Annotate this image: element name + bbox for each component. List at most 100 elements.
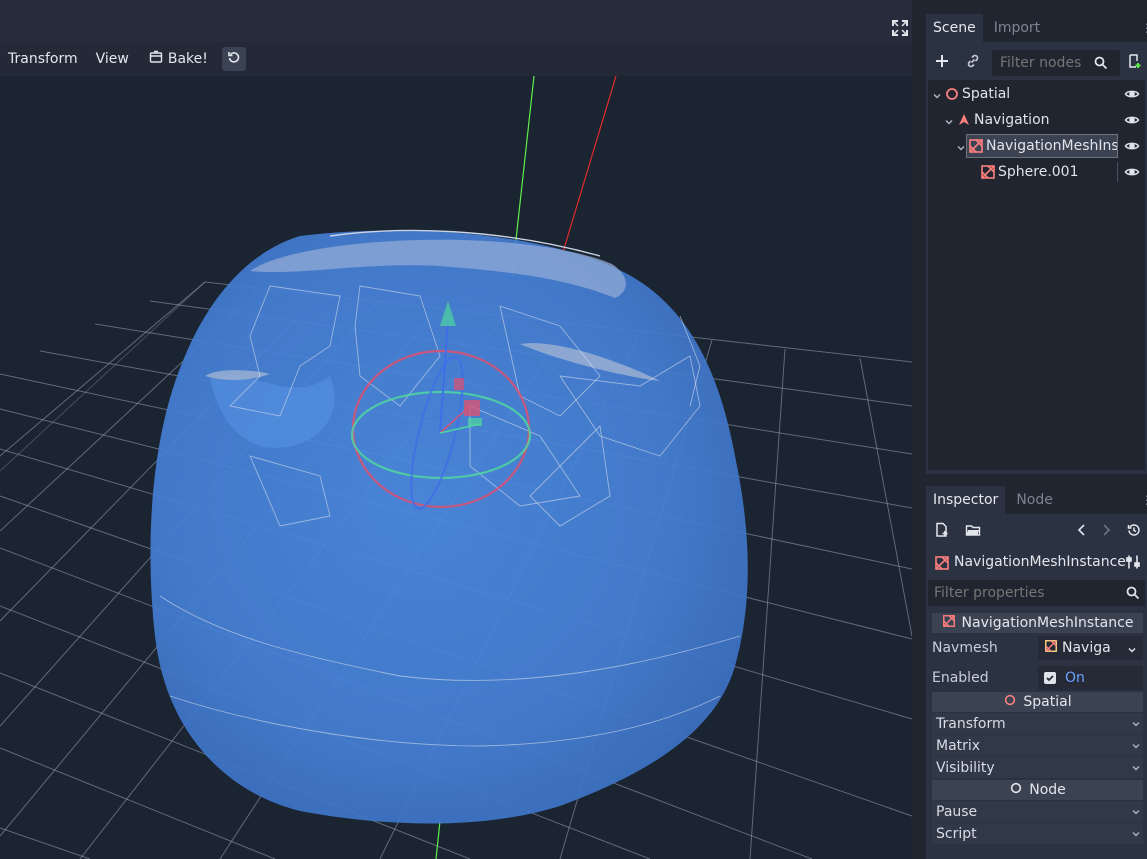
group-label: Script — [936, 825, 977, 842]
dock-menu-icon[interactable]: ⋮ — [1141, 492, 1147, 508]
inspector-dock-tabs: Inspector Node ⋮ — [926, 486, 1147, 514]
history-forward-button[interactable] — [1095, 521, 1117, 543]
filter-search-icon — [1090, 52, 1112, 74]
filter-properties-input[interactable] — [928, 580, 1145, 606]
new-resource-button[interactable] — [931, 521, 953, 543]
class-header-navmesh-instance: NavigationMeshInstance — [932, 613, 1143, 633]
inspected-object-bar: NavigationMeshInstance — [926, 550, 1147, 576]
visibility-eye-icon[interactable] — [1124, 164, 1140, 180]
group-visibility[interactable]: Visibility — [932, 757, 1143, 778]
group-matrix[interactable]: Matrix — [932, 735, 1143, 756]
scene-dock-tabs: Scene Import ⋮ — [926, 14, 1147, 42]
tree-item-spatial[interactable]: Spatial — [928, 82, 1145, 106]
navmesh-resource-picker[interactable]: Naviga — [1038, 636, 1143, 660]
mesh-instance-icon — [980, 164, 996, 180]
instance-scene-button[interactable] — [962, 52, 984, 74]
tree-item-label: Sphere.001 — [998, 164, 1079, 180]
folder-icon — [965, 522, 981, 542]
tab-import-label: Import — [993, 20, 1041, 36]
plus-icon — [934, 53, 950, 73]
navmesh-resource-icon — [1044, 639, 1058, 657]
bake-button[interactable]: Bake! — [141, 46, 216, 72]
bake-icon — [149, 50, 163, 68]
fullscreen-icon[interactable] — [890, 18, 910, 38]
checkbox-checked-icon — [1044, 672, 1056, 684]
group-pause[interactable]: Pause — [932, 801, 1143, 822]
spatial-icon — [1003, 693, 1017, 711]
attach-script-button[interactable] — [1123, 52, 1145, 74]
property-navmesh: Navmesh Naviga — [932, 635, 1143, 661]
chevron-down-icon — [1131, 827, 1141, 837]
add-node-button[interactable] — [931, 52, 953, 74]
tab-scene[interactable]: Scene — [926, 14, 983, 42]
script-add-icon — [1126, 53, 1142, 73]
tab-import[interactable]: Import — [987, 14, 1047, 42]
tree-item-sphere[interactable]: Sphere.001 — [928, 160, 1145, 184]
view-menu-label: View — [95, 51, 129, 67]
tab-inspector-label: Inspector — [933, 492, 999, 508]
history-back-button[interactable] — [1071, 521, 1093, 543]
dock-menu-icon[interactable]: ⋮ — [1141, 20, 1147, 36]
chevron-down-icon[interactable] — [944, 115, 954, 125]
navmesh-instance-icon — [934, 555, 950, 575]
3d-viewport[interactable] — [0, 76, 912, 859]
enabled-value: On — [1065, 670, 1085, 686]
chevron-down-icon[interactable] — [932, 89, 942, 99]
revert-icon — [227, 50, 241, 68]
load-resource-button[interactable] — [962, 521, 984, 543]
bake-label: Bake! — [167, 51, 208, 67]
viewport-area: Transform View Bake! — [0, 0, 914, 859]
tree-divider — [1117, 162, 1118, 182]
class-header-spatial: Spatial — [932, 692, 1143, 712]
tree-item-label: Spatial — [962, 86, 1011, 102]
scene-dock: Spatial Navigation — [926, 42, 1147, 474]
class-header-label: Spatial — [1023, 694, 1072, 710]
group-script[interactable]: Script — [932, 823, 1143, 844]
class-header-label: NavigationMeshInstance — [961, 615, 1134, 631]
link-icon — [965, 53, 981, 73]
chevron-down-icon — [1131, 717, 1141, 727]
new-resource-icon — [934, 522, 950, 542]
history-button[interactable] — [1123, 521, 1145, 543]
navigation-icon — [956, 112, 972, 128]
enabled-checkbox[interactable]: On — [1038, 666, 1143, 690]
class-header-node: Node — [932, 780, 1143, 800]
viewport-toolbar: Transform View Bake! — [0, 42, 914, 76]
navmesh-instance-icon — [968, 138, 984, 154]
dock-splitter[interactable] — [912, 0, 926, 859]
navmesh-instance-icon — [942, 614, 956, 632]
group-transform[interactable]: Transform — [932, 713, 1143, 734]
tree-item-navigation[interactable]: Navigation — [928, 108, 1145, 132]
history-icon — [1127, 523, 1141, 541]
chevron-down-icon[interactable] — [1127, 643, 1137, 659]
object-tools-icon[interactable] — [1125, 554, 1141, 574]
viewport-scene — [0, 76, 912, 859]
tree-item-navigationmeshinstance[interactable]: NavigationMeshInst — [928, 134, 1145, 158]
transform-menu[interactable]: Transform — [0, 46, 86, 72]
tab-node-label: Node — [1016, 492, 1053, 508]
inspector-dock: NavigationMeshInstance NavigationMeshIns… — [926, 514, 1147, 859]
chevron-down-icon — [1131, 739, 1141, 749]
inspector-toolbar — [926, 520, 1147, 544]
chevron-down-icon[interactable] — [956, 141, 966, 151]
group-label: Pause — [936, 803, 978, 820]
visibility-eye-icon[interactable] — [1124, 112, 1140, 128]
group-label: Matrix — [936, 737, 981, 754]
spatial-icon — [944, 86, 960, 102]
navmesh-resource-value: Naviga — [1062, 640, 1111, 656]
visibility-eye-icon[interactable] — [1124, 86, 1140, 102]
chevron-down-icon — [1131, 805, 1141, 815]
transform-menu-label: Transform — [8, 51, 78, 67]
group-label: Visibility — [936, 759, 995, 776]
property-enabled-label: Enabled — [932, 670, 989, 686]
chevron-down-icon — [1131, 761, 1141, 771]
viewport-top-strip — [0, 0, 914, 42]
view-menu[interactable]: View — [88, 46, 137, 72]
property-navmesh-label: Navmesh — [932, 640, 998, 656]
object-name: NavigationMeshInstance — [954, 554, 1126, 570]
tab-node[interactable]: Node — [1009, 486, 1060, 514]
visibility-eye-icon[interactable] — [1124, 138, 1140, 154]
clear-navmesh-button[interactable] — [221, 47, 246, 71]
tab-inspector[interactable]: Inspector — [926, 486, 1006, 514]
property-enabled: Enabled On — [932, 665, 1143, 691]
